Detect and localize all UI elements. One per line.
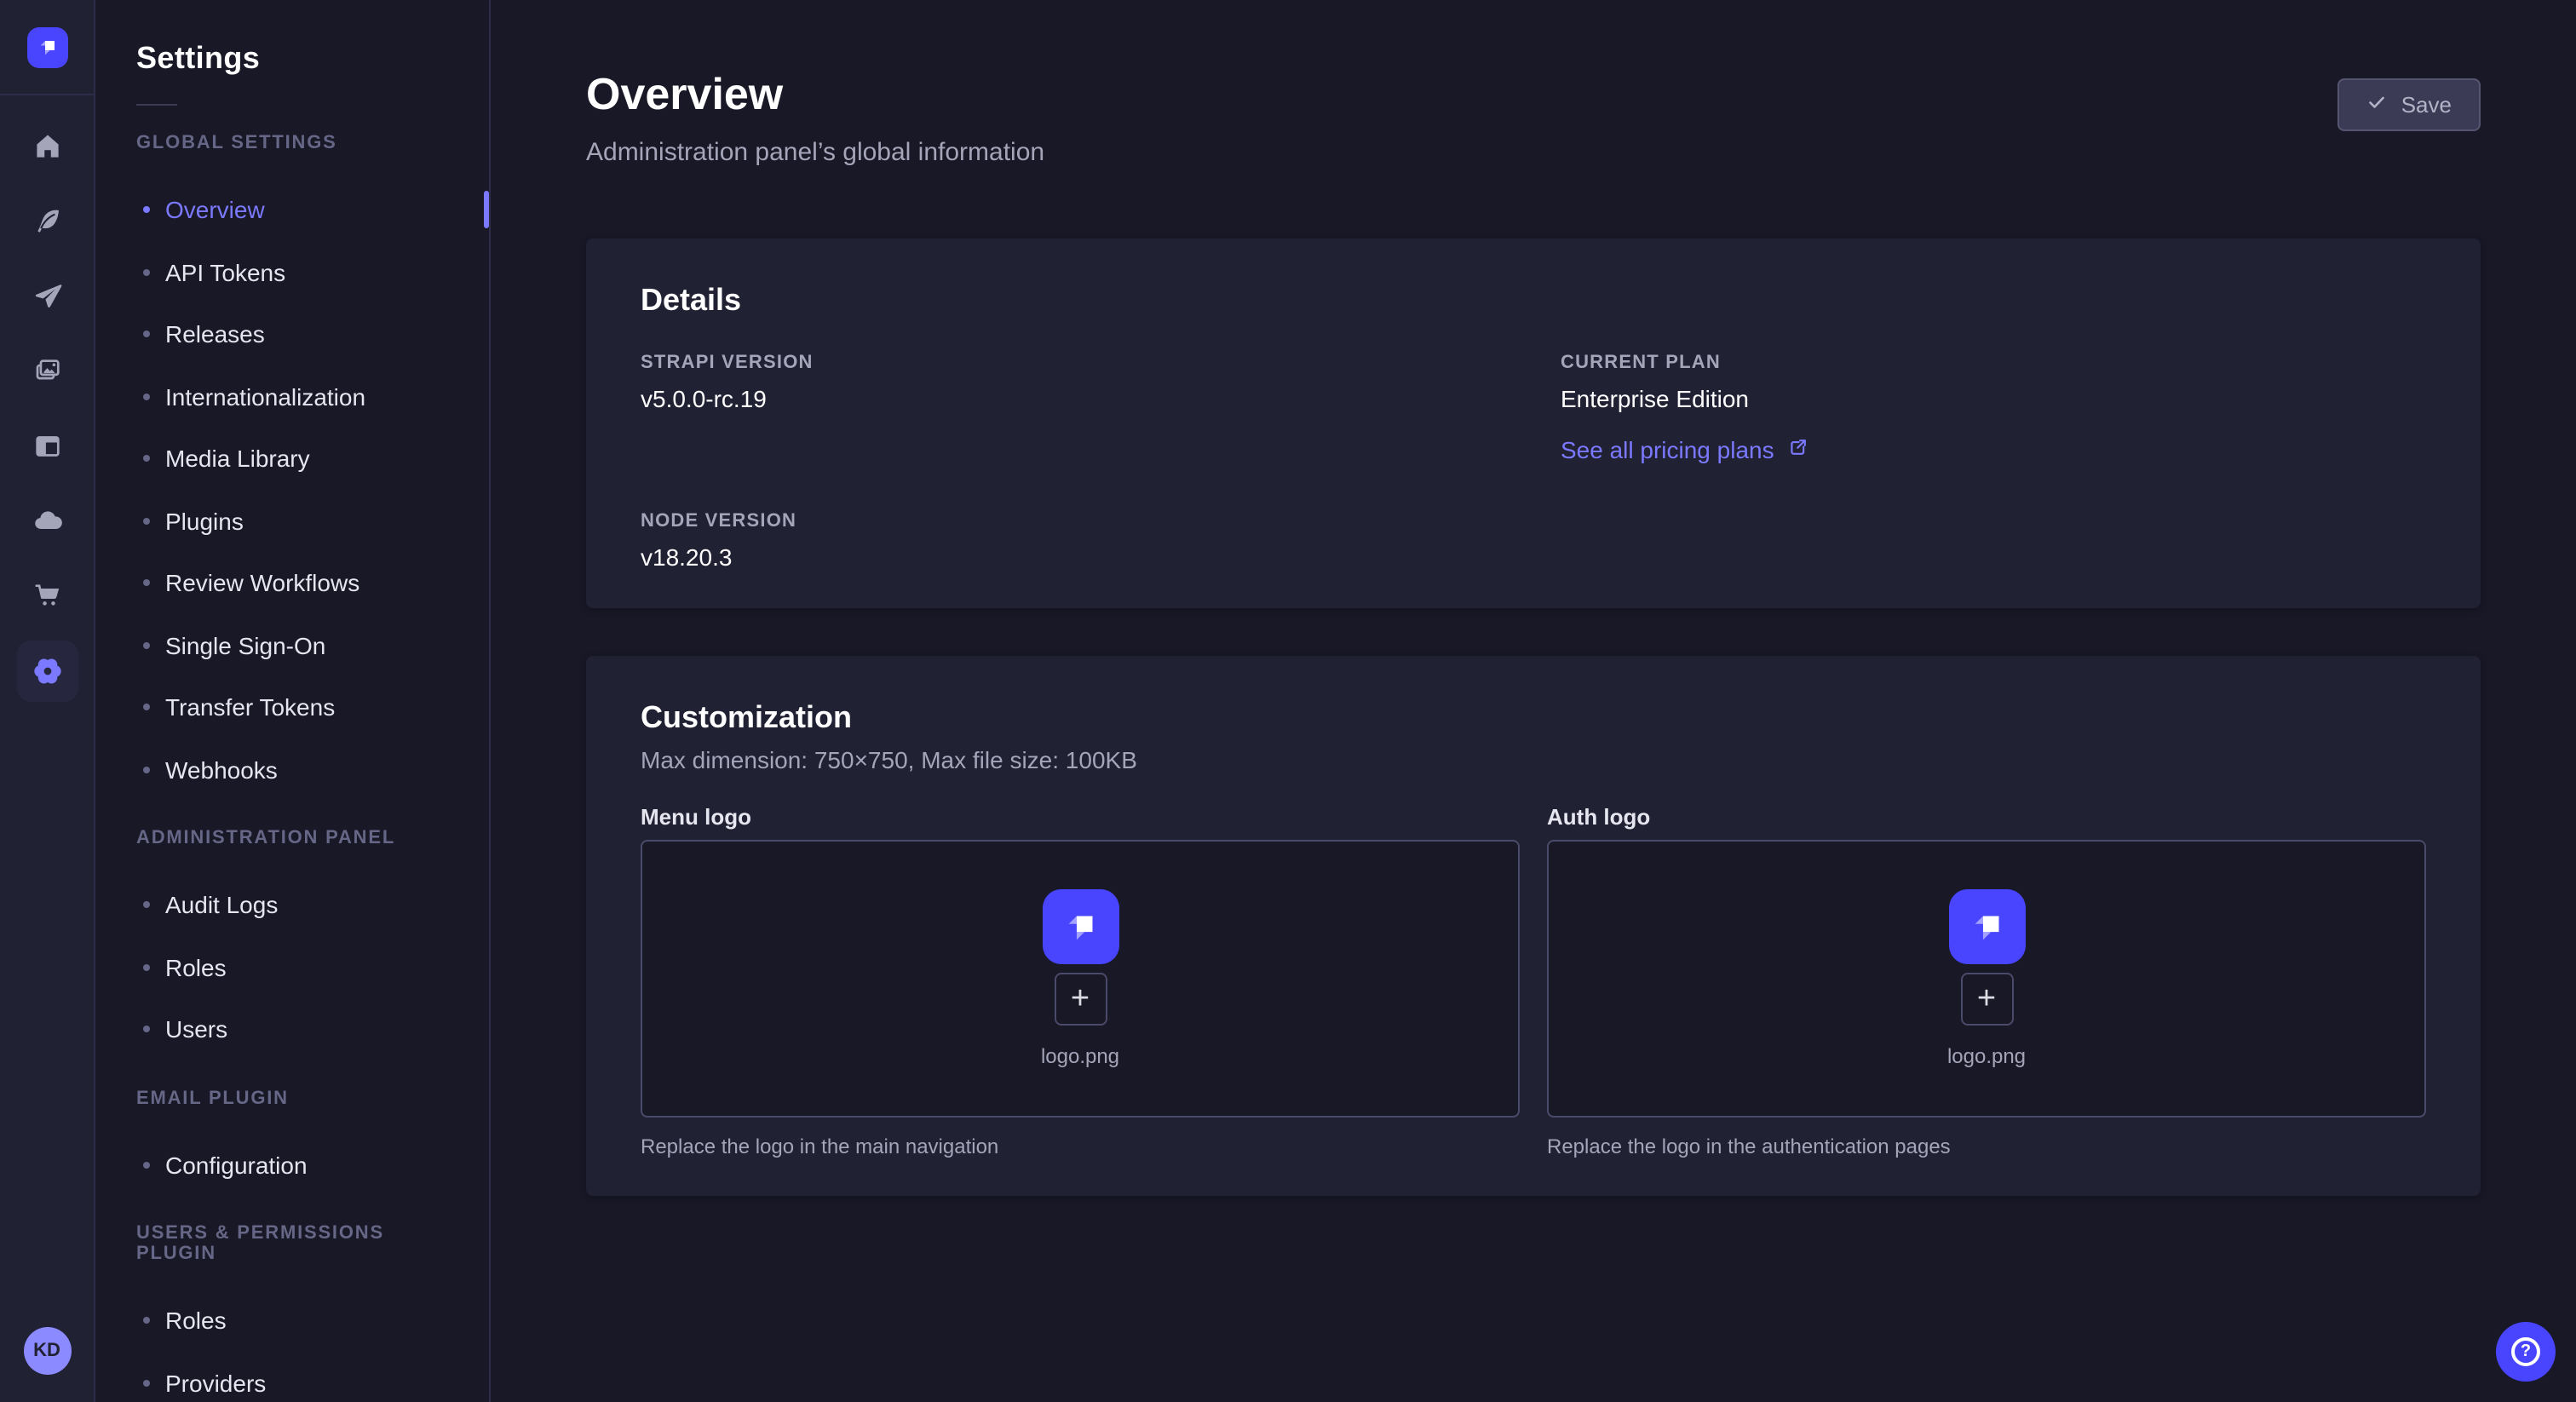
external-link-icon bbox=[1788, 436, 1810, 463]
bullet-icon bbox=[143, 394, 150, 400]
upload-caption: Replace the logo in the authentication p… bbox=[1547, 1135, 2426, 1158]
strapi-logo-icon bbox=[26, 26, 67, 67]
menu-logo-dropzone[interactable]: + logo.png bbox=[641, 840, 1520, 1118]
section-label-global-settings: GLOBAL SETTINGS bbox=[136, 133, 448, 153]
section-label-users-permissions-plugin: USERS & PERMISSIONS PLUGIN bbox=[136, 1223, 448, 1264]
layout-icon[interactable] bbox=[16, 416, 78, 477]
subnav-item-transfer-tokens[interactable]: Transfer Tokens bbox=[95, 676, 489, 738]
field-label: STRAPI VERSION bbox=[641, 353, 1506, 373]
customization-card-title: Customization bbox=[641, 700, 2426, 736]
upload-label: Menu logo bbox=[641, 804, 1520, 830]
subnav-item-plugins[interactable]: Plugins bbox=[95, 490, 489, 552]
bullet-icon bbox=[143, 1162, 150, 1169]
nav-icon-list bbox=[16, 109, 78, 1327]
subnav-divider bbox=[136, 104, 177, 106]
details-card-title: Details bbox=[641, 283, 2426, 319]
subnav-item-releases[interactable]: Releases bbox=[95, 303, 489, 365]
home-icon[interactable] bbox=[16, 116, 78, 177]
subnav-item-single-sign-on[interactable]: Single Sign-On bbox=[95, 614, 489, 676]
main-nav: KD bbox=[0, 0, 95, 1402]
subnav-item-overview[interactable]: Overview bbox=[95, 179, 489, 241]
bullet-icon bbox=[143, 1026, 150, 1033]
subnav-item-up-roles[interactable]: Roles bbox=[95, 1290, 489, 1352]
bullet-icon bbox=[143, 580, 150, 587]
bullet-icon bbox=[143, 269, 150, 276]
field-value: v5.0.0-rc.19 bbox=[641, 385, 1506, 412]
bullet-icon bbox=[143, 1380, 150, 1387]
subnav-item-webhooks[interactable]: Webhooks bbox=[95, 738, 489, 801]
bullet-icon bbox=[143, 642, 150, 649]
details-card: Details STRAPI VERSION v5.0.0-rc.19 CURR… bbox=[586, 238, 2481, 608]
cart-icon[interactable] bbox=[16, 566, 78, 627]
app-window: KD Settings GLOBAL SETTINGS Overview API… bbox=[0, 0, 2576, 1402]
menu-logo-field: Menu logo + logo.png Replace the logo in… bbox=[641, 804, 1520, 1158]
bullet-icon bbox=[143, 704, 150, 711]
field-label: CURRENT PLAN bbox=[1561, 353, 2426, 373]
auth-logo-dropzone[interactable]: + logo.png bbox=[1547, 840, 2426, 1118]
subnav-item-review-workflows[interactable]: Review Workflows bbox=[95, 552, 489, 614]
bullet-icon bbox=[143, 902, 150, 909]
save-button[interactable]: Save bbox=[2338, 78, 2481, 131]
field-label: NODE VERSION bbox=[641, 511, 1506, 531]
cloud-icon[interactable] bbox=[16, 491, 78, 552]
gear-icon[interactable] bbox=[16, 641, 78, 702]
subnav-item-media-library[interactable]: Media Library bbox=[95, 428, 489, 490]
add-logo-button[interactable]: + bbox=[1960, 973, 2013, 1026]
logo-filename: logo.png bbox=[1041, 1044, 1119, 1068]
subnav-item-admin-users[interactable]: Users bbox=[95, 998, 489, 1060]
subnav-item-email-configuration[interactable]: Configuration bbox=[95, 1134, 489, 1196]
pictures-icon[interactable] bbox=[16, 341, 78, 402]
bullet-icon bbox=[143, 456, 150, 463]
upload-caption: Replace the logo in the main navigation bbox=[641, 1135, 1520, 1158]
plus-icon: + bbox=[1071, 983, 1090, 1015]
bullet-icon bbox=[143, 207, 150, 214]
bullet-icon bbox=[143, 518, 150, 525]
subnav-item-up-providers[interactable]: Providers bbox=[95, 1352, 489, 1402]
logo-filename: logo.png bbox=[1947, 1044, 2026, 1068]
auth-logo-field: Auth logo + logo.png Replace the logo in… bbox=[1547, 804, 2426, 1158]
current-plan-field: CURRENT PLAN Enterprise Edition See all … bbox=[1561, 353, 2426, 467]
bullet-icon bbox=[143, 767, 150, 773]
strapi-version-field: STRAPI VERSION v5.0.0-rc.19 bbox=[641, 353, 1506, 467]
strapi-logo-icon bbox=[1948, 889, 2025, 964]
field-value: Enterprise Edition bbox=[1561, 385, 2426, 412]
bullet-icon bbox=[143, 1318, 150, 1324]
section-label-email-plugin: EMAIL PLUGIN bbox=[136, 1088, 448, 1108]
subnav-item-internationalization[interactable]: Internationalization bbox=[95, 365, 489, 428]
help-icon: ? bbox=[2511, 1337, 2540, 1366]
page-subtitle: Administration panel’s global informatio… bbox=[586, 138, 1044, 167]
field-value: v18.20.3 bbox=[641, 543, 1506, 571]
main-content: Overview Administration panel’s global i… bbox=[491, 0, 2576, 1196]
subnav-title: Settings bbox=[136, 41, 448, 77]
paper-plane-icon[interactable] bbox=[16, 266, 78, 327]
node-version-field: NODE VERSION v18.20.3 bbox=[641, 511, 1506, 571]
feather-icon[interactable] bbox=[16, 191, 78, 252]
settings-subnav: Settings GLOBAL SETTINGS Overview API To… bbox=[95, 0, 491, 1402]
subnav-item-api-tokens[interactable]: API Tokens bbox=[95, 241, 489, 303]
plus-icon: + bbox=[1977, 983, 1996, 1015]
customization-constraints: Max dimension: 750×750, Max file size: 1… bbox=[641, 746, 2426, 773]
upload-label: Auth logo bbox=[1547, 804, 2426, 830]
bullet-icon bbox=[143, 331, 150, 338]
pricing-plans-link[interactable]: See all pricing plans bbox=[1561, 436, 1810, 463]
strapi-home-link[interactable] bbox=[0, 0, 95, 95]
section-label-administration-panel: ADMINISTRATION PANEL bbox=[136, 828, 448, 848]
customization-card: Customization Max dimension: 750×750, Ma… bbox=[586, 656, 2481, 1196]
page-title: Overview bbox=[586, 68, 1044, 121]
help-button[interactable]: ? bbox=[2496, 1322, 2556, 1382]
strapi-logo-icon bbox=[1042, 889, 1118, 964]
user-avatar[interactable]: KD bbox=[23, 1327, 71, 1375]
subnav-item-audit-logs[interactable]: Audit Logs bbox=[95, 874, 489, 936]
subnav-item-admin-roles[interactable]: Roles bbox=[95, 936, 489, 998]
add-logo-button[interactable]: + bbox=[1054, 973, 1107, 1026]
bullet-icon bbox=[143, 964, 150, 971]
check-icon bbox=[2367, 92, 2388, 118]
